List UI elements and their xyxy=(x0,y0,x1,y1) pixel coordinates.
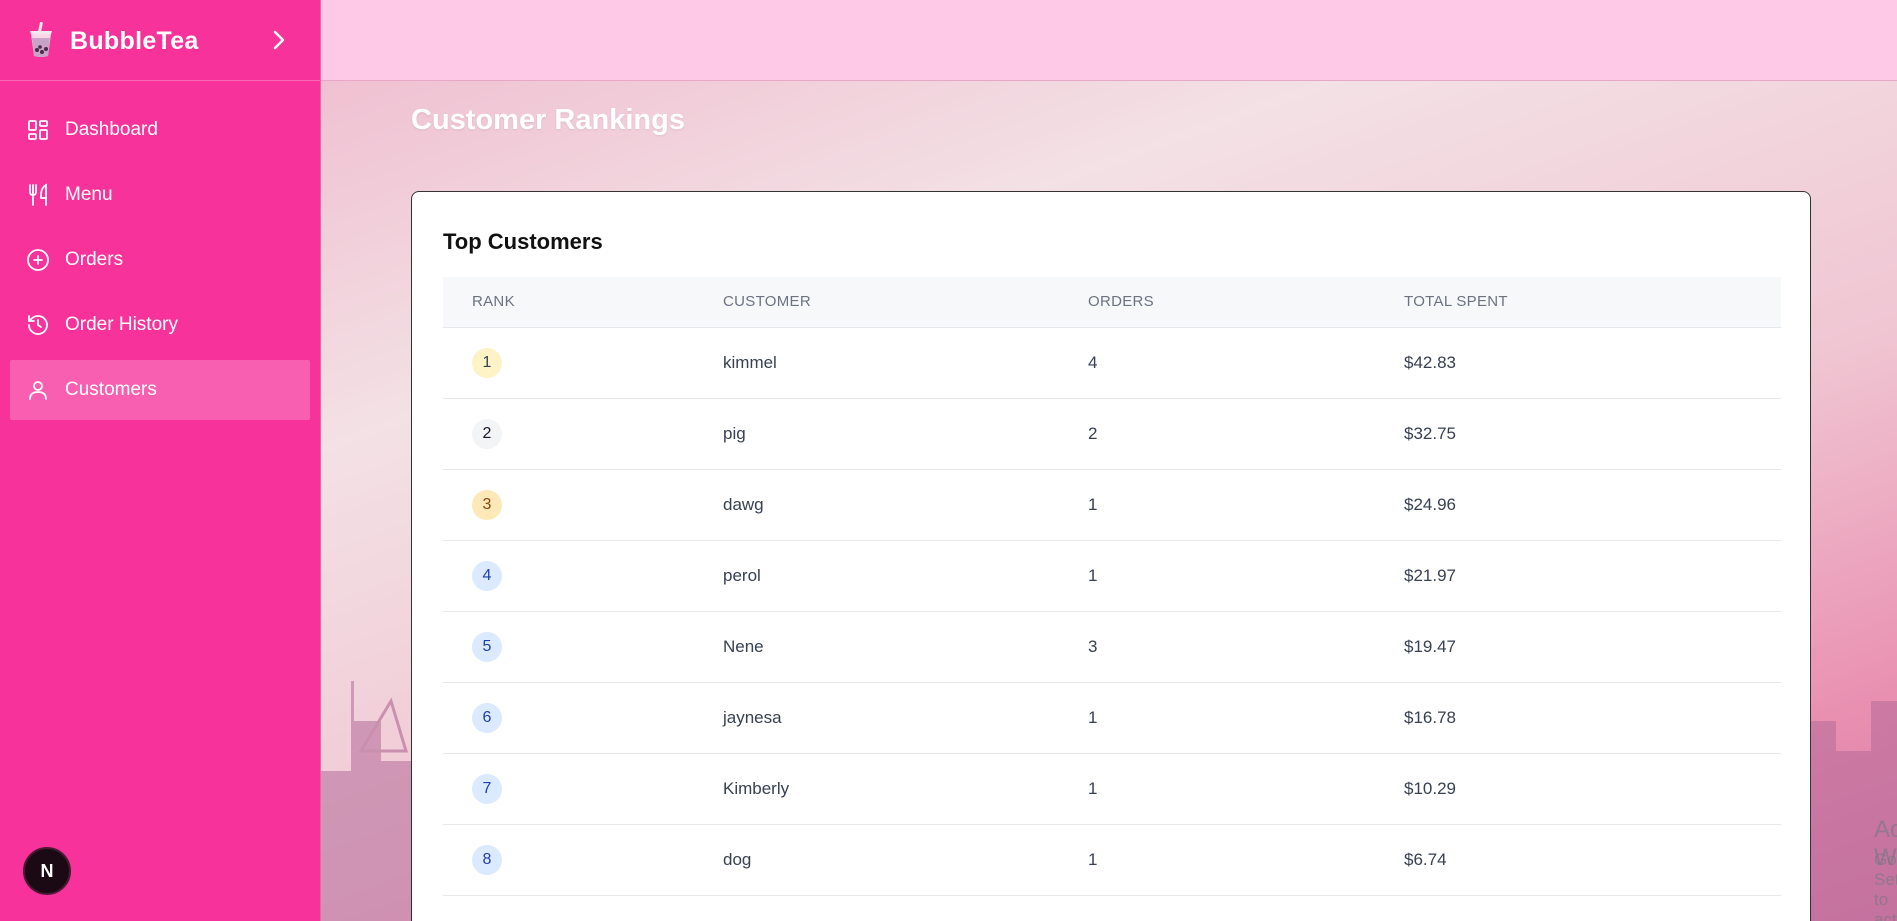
table-row: 7 Kimberly 1 $10.29 xyxy=(443,753,1781,824)
sidebar-item-orders[interactable]: Orders xyxy=(10,230,310,290)
sidebar-item-label: Dashboard xyxy=(65,119,158,140)
orders-cell: 1 xyxy=(1088,494,1098,514)
rank-cell: 3 xyxy=(443,469,723,540)
sidebar-item-menu[interactable]: Menu xyxy=(10,165,310,225)
activate-windows-subtitle: Go to Settings to activate Windows. xyxy=(1874,850,1897,921)
table-row: 8 dog 1 $6.74 xyxy=(443,824,1781,895)
utensils-icon xyxy=(29,183,47,206)
customer-cell: Nene xyxy=(723,636,764,656)
rank-cell: 4 xyxy=(443,540,723,611)
history-icon xyxy=(28,315,48,335)
table-row: 3 dawg 1 $24.96 xyxy=(443,469,1781,540)
main-content: Customer Rankings Top Customers RANK CUS… xyxy=(321,0,1897,921)
table-row: 5 Nene 3 $19.47 xyxy=(443,611,1781,682)
total-spent-cell: $16.78 xyxy=(1404,707,1456,727)
column-header-total-spent: TOTAL SPENT xyxy=(1404,277,1781,328)
sidebar: BubbleTea Dashboard Menu Orders Order Hi… xyxy=(0,0,321,921)
avatar[interactable]: N xyxy=(23,847,71,895)
column-header-rank: RANK xyxy=(443,277,723,328)
rank-cell: 2 xyxy=(443,398,723,469)
orders-cell: 1 xyxy=(1088,707,1098,727)
dashboard-icon xyxy=(28,120,48,140)
top-customers-card: Top Customers RANK CUSTOMER ORDERS TOTAL… xyxy=(411,191,1811,921)
orders-cell: 1 xyxy=(1088,778,1098,798)
table-header-row: RANK CUSTOMER ORDERS TOTAL SPENT xyxy=(443,277,1781,328)
rank-badge: 1 xyxy=(472,347,502,378)
orders-cell: 3 xyxy=(1088,636,1098,656)
customer-cell: perol xyxy=(723,565,761,585)
orders-cell: 1 xyxy=(1088,849,1098,869)
customers-table: RANK CUSTOMER ORDERS TOTAL SPENT 1 kimmel… xyxy=(443,277,1781,896)
orders-cell: 2 xyxy=(1088,423,1098,443)
customer-cell: dawg xyxy=(723,494,764,514)
page-title: Customer Rankings xyxy=(411,104,685,136)
chevron-right-icon xyxy=(273,30,285,50)
total-spent-cell: $32.75 xyxy=(1404,423,1456,443)
brand-header: BubbleTea xyxy=(0,0,320,81)
rank-cell: 8 xyxy=(443,824,723,895)
customer-cell: dog xyxy=(723,849,752,869)
customer-cell: Kimberly xyxy=(723,778,790,798)
table-row: 6 jaynesa 1 $16.78 xyxy=(443,682,1781,753)
table-row: 2 pig 2 $32.75 xyxy=(443,398,1781,469)
column-header-customer: CUSTOMER xyxy=(723,277,1088,328)
orders-cell: 1 xyxy=(1088,565,1098,585)
rank-cell: 5 xyxy=(443,611,723,682)
rank-cell: 1 xyxy=(443,327,723,398)
table-row: 1 kimmel 4 $42.83 xyxy=(443,327,1781,398)
sidebar-item-label: Customers xyxy=(65,379,157,400)
rank-badge: 6 xyxy=(472,702,502,733)
total-spent-cell: $24.96 xyxy=(1404,494,1456,514)
rank-badge: 3 xyxy=(472,489,502,520)
sidebar-toggle-button[interactable] xyxy=(266,26,292,54)
app-name: BubbleTea xyxy=(70,27,199,55)
total-spent-cell: $10.29 xyxy=(1404,778,1456,798)
total-spent-cell: $19.47 xyxy=(1404,636,1456,656)
table-row: 4 perol 1 $21.97 xyxy=(443,540,1781,611)
user-icon xyxy=(29,381,47,400)
total-spent-cell: $42.83 xyxy=(1404,352,1456,372)
bubble-tea-logo-icon xyxy=(30,22,52,57)
rank-badge: 2 xyxy=(472,418,502,449)
rank-badge: 4 xyxy=(472,560,502,591)
sidebar-item-customers[interactable]: Customers xyxy=(10,360,310,420)
sidebar-item-order-history[interactable]: Order History xyxy=(10,295,310,355)
sidebar-item-label: Menu xyxy=(65,184,113,205)
rank-cell: 6 xyxy=(443,682,723,753)
sidebar-item-label: Orders xyxy=(65,249,124,270)
column-header-orders: ORDERS xyxy=(1088,277,1404,328)
customer-cell: kimmel xyxy=(723,352,777,372)
rank-badge: 8 xyxy=(472,844,502,875)
customer-cell: jaynesa xyxy=(723,707,782,727)
sidebar-nav: Dashboard Menu Orders Order History Cust… xyxy=(10,100,310,425)
sidebar-item-label: Order History xyxy=(65,314,178,335)
top-bar xyxy=(321,0,1897,81)
total-spent-cell: $6.74 xyxy=(1404,849,1447,869)
rank-cell: 7 xyxy=(443,753,723,824)
total-spent-cell: $21.97 xyxy=(1404,565,1456,585)
plus-circle-icon xyxy=(27,249,49,271)
rank-badge: 5 xyxy=(472,631,502,662)
card-title: Top Customers xyxy=(443,229,603,254)
customer-cell: pig xyxy=(723,423,746,443)
sidebar-item-dashboard[interactable]: Dashboard xyxy=(10,100,310,160)
orders-cell: 4 xyxy=(1088,352,1098,372)
rank-badge: 7 xyxy=(472,773,502,804)
